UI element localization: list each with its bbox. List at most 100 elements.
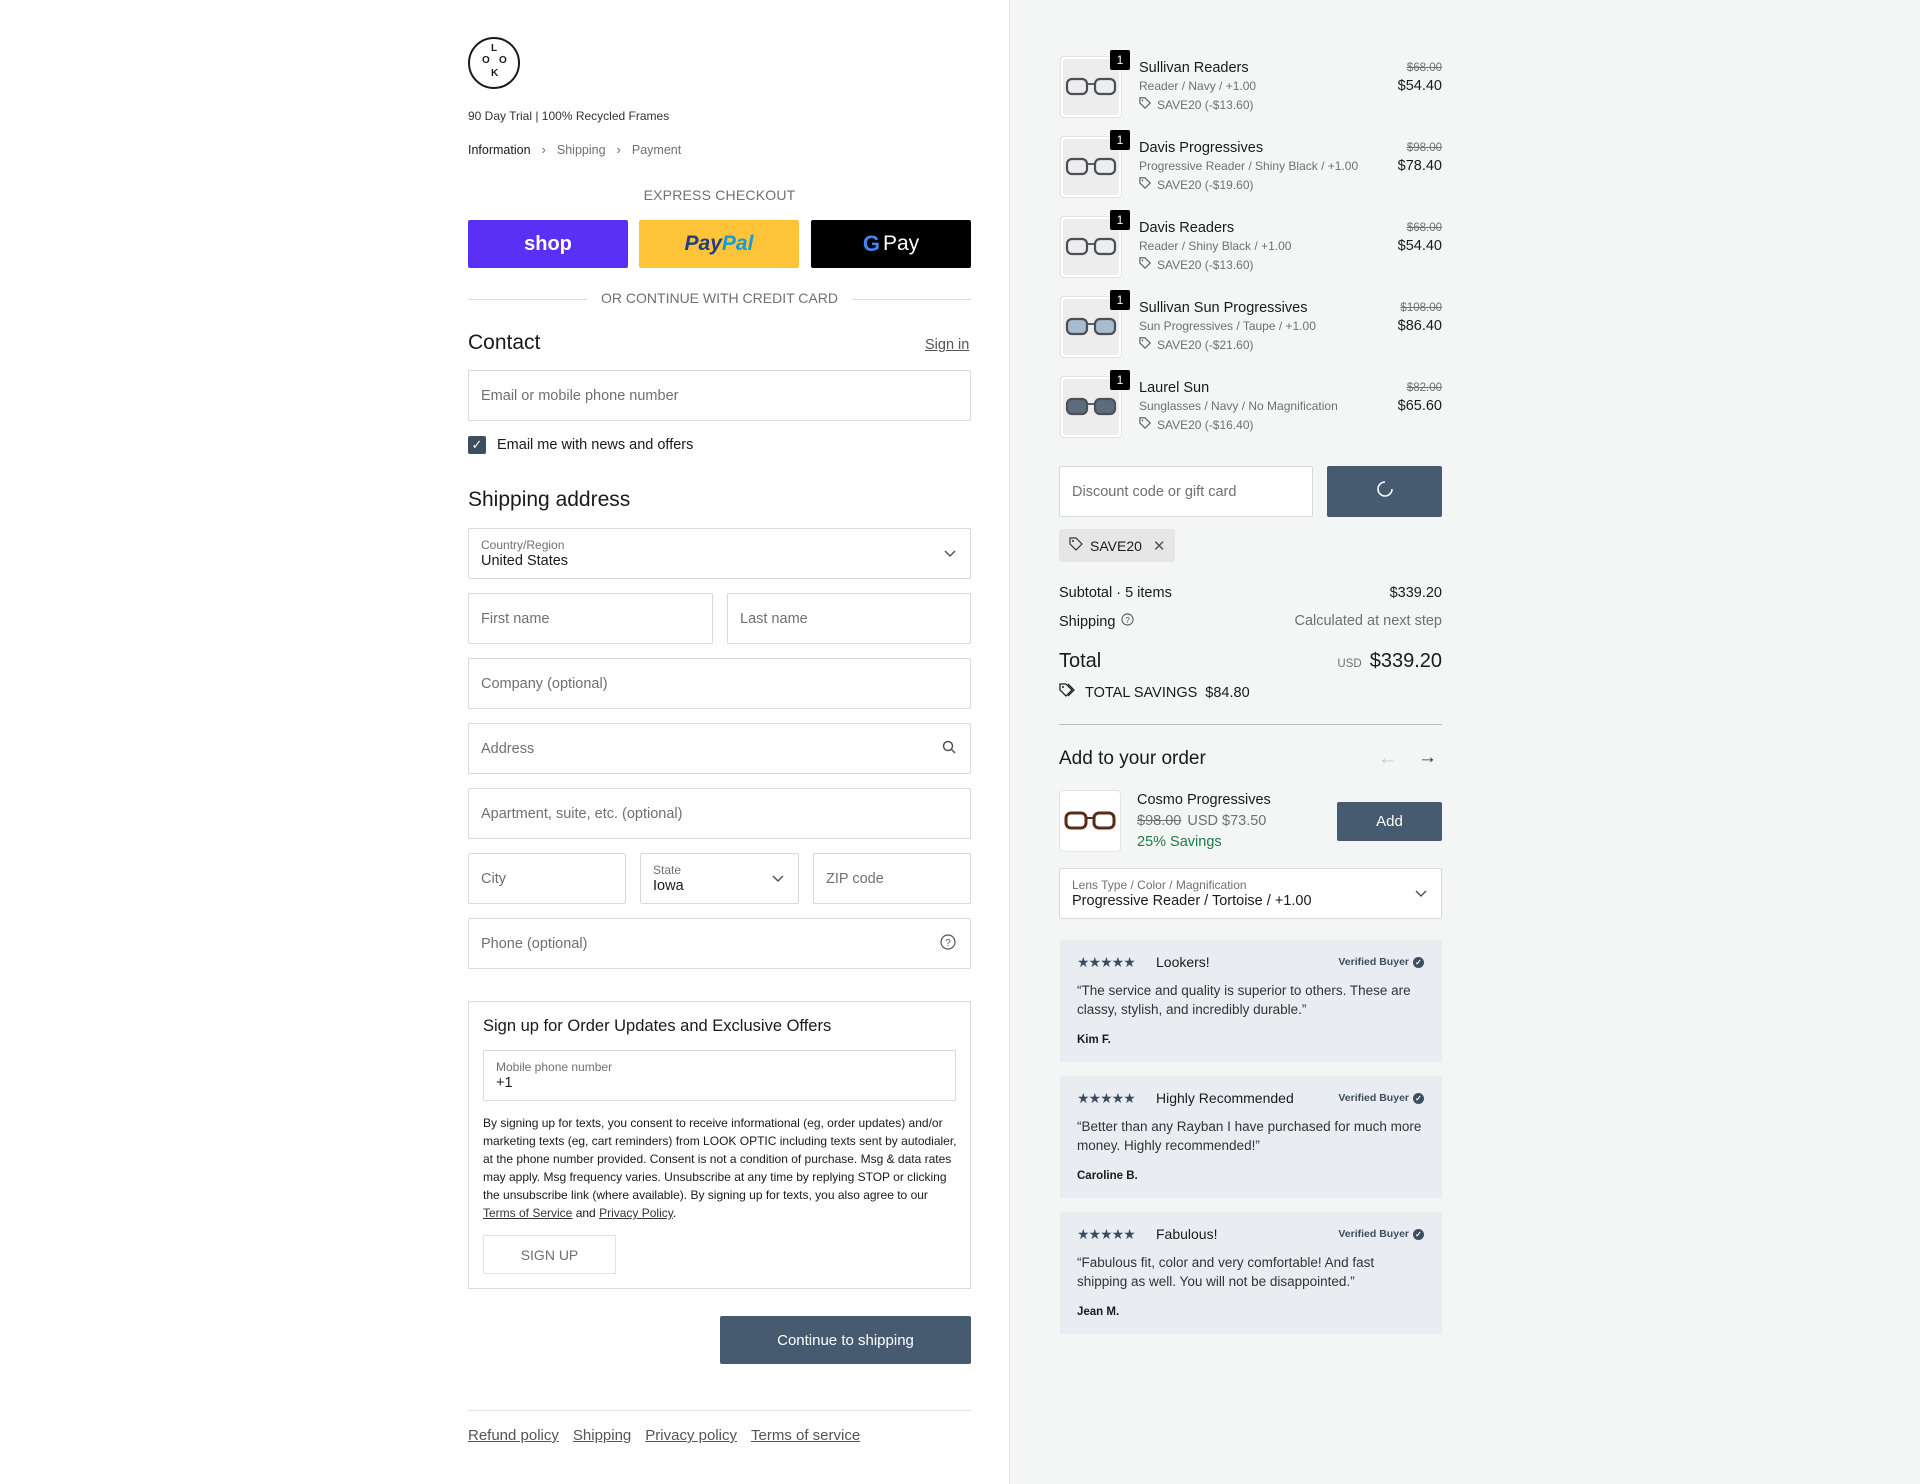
look-logo[interactable]: L O O K <box>468 37 520 89</box>
total-label: Total <box>1059 650 1102 672</box>
shop-pay-logo: shop <box>524 232 572 255</box>
google-pay-button[interactable]: G Pay <box>811 220 971 268</box>
breadcrumb-payment: Payment <box>631 142 682 157</box>
tag-icon <box>1139 337 1151 352</box>
item-name: Sullivan Sun Progressives <box>1139 300 1308 316</box>
address-placeholder: Address <box>481 740 535 757</box>
last-name-field[interactable]: Last name <box>727 593 971 644</box>
paypal-button[interactable]: PayPal <box>639 220 799 268</box>
or-divider-text: OR CONTINUE WITH CREDIT CARD <box>601 290 838 306</box>
review-author: Kim F. <box>1077 1034 1111 1046</box>
item-name: Laurel Sun <box>1139 380 1210 396</box>
shipping-value: Calculated at next step <box>1294 613 1442 629</box>
applied-code: SAVE20 <box>1090 537 1142 554</box>
sms-signup-button[interactable]: SIGN UP <box>483 1235 616 1274</box>
check-icon: ✓ <box>1413 1228 1424 1240</box>
verified-buyer-badge: Verified Buyer ✓ <box>1338 956 1424 968</box>
mobile-phone-field[interactable]: Mobile phone number +1 <box>483 1050 956 1101</box>
sign-in-link[interactable]: Sign in <box>925 337 971 353</box>
subtotal-value: $339.20 <box>1389 585 1442 601</box>
review-title: Lookers! <box>1156 954 1210 970</box>
logo-letter: K <box>491 68 499 79</box>
review-text: “The service and quality is superior to … <box>1077 983 1411 1017</box>
arrow-right-icon[interactable]: → <box>1418 747 1437 769</box>
upsell-savings: 25% Savings <box>1137 834 1222 850</box>
continue-to-shipping-button[interactable]: Continue to shipping <box>720 1316 971 1364</box>
item-old-price: $68.00 <box>1406 62 1442 74</box>
contact-title: Contact <box>468 331 541 354</box>
apartment-field[interactable]: Apartment, suite, etc. (optional) <box>468 788 971 839</box>
upsell-title: Add to your order <box>1059 748 1206 769</box>
email-field[interactable]: Email or mobile phone number <box>468 370 971 421</box>
subtotal-label: Subtotal · 5 items <box>1059 585 1172 601</box>
city-field[interactable]: City <box>468 853 626 904</box>
privacy-policy-link[interactable]: Privacy policy <box>645 1427 737 1444</box>
tag-icon <box>1139 417 1151 432</box>
refund-policy-link[interactable]: Refund policy <box>468 1427 559 1444</box>
discount-code-field[interactable]: Discount code or gift card <box>1059 466 1313 517</box>
chevron-down-icon <box>1415 886 1427 902</box>
phone-field[interactable]: Phone (optional) ? <box>468 918 971 969</box>
shipping-policy-link[interactable]: Shipping <box>573 1427 631 1444</box>
item-discount: SAVE20 (-$13.60) <box>1139 257 1254 272</box>
country-label: Country/Region <box>481 537 565 552</box>
review-card: ★★★★★ Lookers! Verified Buyer ✓ “The service… <box>1060 940 1442 1062</box>
star-rating: ★★★★★ <box>1077 954 1136 970</box>
shipping-row-label: Shipping ? <box>1059 613 1135 630</box>
upsell-old-price: $98.00 <box>1137 813 1182 829</box>
state-value: Iowa <box>653 877 684 894</box>
applied-discount-tag: SAVE20 ✕ <box>1059 529 1176 562</box>
address-field[interactable]: Address <box>468 723 971 774</box>
shipping-address-title: Shipping address <box>468 488 631 511</box>
upsell-options-select[interactable]: Lens Type / Color / Magnification Progre… <box>1059 868 1442 919</box>
cart-item: 1 Sullivan Readers Reader / Navy / +1.00 SA… <box>1060 50 1442 122</box>
item-price: $54.40 <box>1397 238 1442 254</box>
verified-buyer-badge: Verified Buyer ✓ <box>1338 1092 1424 1104</box>
item-price: $54.40 <box>1397 78 1442 94</box>
tag-icon <box>1139 257 1151 272</box>
review-card: ★★★★★ Highly Recommended Verified Buyer ✓ “B… <box>1060 1076 1442 1198</box>
star-rating: ★★★★★ <box>1077 1226 1136 1242</box>
review-card: ★★★★★ Fabulous! Verified Buyer ✓ “Fabulous f… <box>1060 1212 1442 1334</box>
summary-divider <box>1059 724 1442 725</box>
logo-letter: O <box>482 55 490 66</box>
remove-discount-icon[interactable]: ✕ <box>1153 537 1166 555</box>
currency-code: USD <box>1337 658 1362 670</box>
item-old-price: $82.00 <box>1406 382 1442 394</box>
upsell-option-value: Progressive Reader / Tortoise / +1.00 <box>1072 892 1312 909</box>
privacy-policy-link[interactable]: Privacy Policy <box>599 1206 673 1220</box>
arrow-left-icon[interactable]: ← <box>1378 748 1397 770</box>
upsell-option-label: Lens Type / Color / Magnification <box>1072 877 1247 892</box>
breadcrumb-information[interactable]: Information <box>468 143 531 157</box>
cart-item: 1 Laurel Sun Sunglasses / Navy / No Magnif… <box>1060 370 1442 442</box>
terms-of-service-link[interactable]: Terms of service <box>751 1427 860 1444</box>
item-price: $65.60 <box>1397 398 1442 414</box>
state-label: State <box>653 862 682 877</box>
review-title: Highly Recommended <box>1156 1090 1294 1106</box>
quantity-badge: 1 <box>1110 130 1130 150</box>
apply-discount-button[interactable] <box>1327 466 1442 517</box>
item-price: $78.40 <box>1397 158 1442 174</box>
newsletter-checkbox[interactable]: ✓ <box>468 436 486 454</box>
search-icon <box>942 740 956 758</box>
breadcrumb: Information › Shipping › Payment <box>468 142 681 157</box>
review-author: Jean M. <box>1077 1306 1120 1318</box>
help-icon[interactable]: ? <box>940 933 956 954</box>
zip-field[interactable]: ZIP code <box>813 853 971 904</box>
country-select[interactable]: Country/Region United States <box>468 528 971 579</box>
upsell-name: Cosmo Progressives <box>1137 792 1271 808</box>
review-text: “Better than any Rayban I have purchased… <box>1077 1119 1422 1153</box>
item-discount: SAVE20 (-$21.60) <box>1139 337 1254 352</box>
add-upsell-button[interactable]: Add <box>1337 802 1442 841</box>
phone-placeholder: Phone (optional) <box>481 935 588 952</box>
svg-text:?: ? <box>1126 615 1131 625</box>
terms-of-service-link[interactable]: Terms of Service <box>483 1206 572 1220</box>
item-variant: Reader / Navy / +1.00 <box>1139 79 1257 93</box>
company-field[interactable]: Company (optional) <box>468 658 971 709</box>
state-select[interactable]: State Iowa <box>640 853 799 904</box>
country-value: United States <box>481 552 569 569</box>
help-icon[interactable]: ? <box>1121 613 1135 630</box>
shop-pay-button[interactable]: shop <box>468 220 628 268</box>
first-name-field[interactable]: First name <box>468 593 713 644</box>
star-rating: ★★★★★ <box>1077 1090 1136 1106</box>
